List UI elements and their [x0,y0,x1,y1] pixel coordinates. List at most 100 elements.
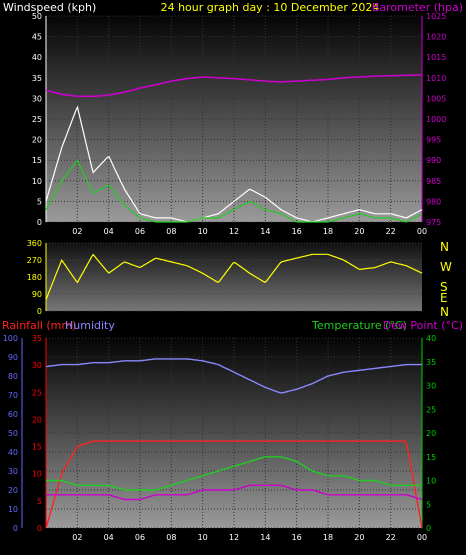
rainfall-y-axis: 0 5 10 15 20 25 30 35 [32,334,42,533]
barometer-y-tick: 1015 [426,53,446,62]
compass-n-bottom: N [440,305,449,319]
date-title: 24 hour graph day : 10 December 2024 [161,1,380,14]
wind-y-tick: 20 [32,136,42,145]
temperature-y-tick: 5 [426,500,431,509]
temp-x-tick: 02 [72,533,82,542]
humidity-y-tick: 20 [8,486,18,495]
wind-x-tick: 04 [104,227,114,236]
direction-y-tick: 0 [37,307,42,316]
barometer-y-tick: 990 [426,156,441,165]
wind-x-tick: 18 [323,227,333,236]
humidity-y-tick: 10 [8,505,18,514]
rainfall-y-tick: 0 [37,524,42,533]
barometer-y-tick: 1025 [426,12,446,21]
wind-y-tick: 15 [32,156,42,165]
humidity-y-axis: 0 10 20 30 40 50 60 70 80 90 100 [3,334,18,533]
compass-e: E [440,291,448,305]
barometer-y-tick: 980 [426,197,441,206]
temp-panel [46,338,422,528]
barometer-title: Barometer (hpa) [372,1,463,14]
rainfall-y-tick: 10 [32,470,42,479]
barometer-y-tick: 1000 [426,115,446,124]
humidity-y-tick: 50 [8,429,18,438]
temperature-y-tick: 40 [426,334,436,343]
wind-y-tick: 50 [32,12,42,21]
temp-x-tick: 00 [417,533,427,542]
wind-x-tick: 00 [417,227,427,236]
compass-w: W [440,260,452,274]
temperature-y-tick: 30 [426,382,436,391]
temp-x-tick: 14 [260,533,270,542]
temp-x-tick: 12 [229,533,239,542]
wind-y-tick: 5 [37,197,42,206]
temp-x-tick: 06 [135,533,145,542]
windspeed-title: Windspeed (kph) [3,1,96,14]
direction-y-tick: 180 [27,273,42,282]
dewpoint-title: Dew Point (°C) [383,319,463,332]
barometer-y-tick: 1010 [426,74,446,83]
rainfall-y-tick: 25 [32,388,42,397]
wind-y-tick: 40 [32,53,42,62]
temperature-y-tick: 10 [426,477,436,486]
wind-x-tick: 12 [229,227,239,236]
temperature-y-tick: 0 [426,524,431,533]
compass-labels: N W S E N [440,240,452,319]
humidity-y-tick: 90 [8,353,18,362]
humidity-y-tick: 100 [3,334,18,343]
direction-y-axis: 0 90 180 270 360 [27,239,42,316]
humidity-title: Humidity [65,319,115,332]
wind-x-tick: 20 [354,227,364,236]
temp-x-tick: 04 [104,533,114,542]
temp-x-tick: 08 [166,533,176,542]
barometer-y-tick: 975 [426,218,441,227]
wind-x-tick: 10 [198,227,208,236]
rainfall-y-tick: 20 [32,415,42,424]
temperature-y-tick: 20 [426,429,436,438]
barometer-y-axis: 975 980 985 990 995 1000 1005 1010 1015 1020 1025 [426,12,446,227]
wind-y-tick: 35 [32,74,42,83]
rainfall-y-tick: 5 [37,497,42,506]
wind-y-tick: 45 [32,33,42,42]
direction-y-tick: 360 [27,239,42,248]
wind-y-tick: 0 [37,218,42,227]
weather-graph: Windspeed (kph) 24 hour graph day : 10 D… [2,1,463,542]
temp-x-axis: 02 04 06 08 10 12 14 16 18 20 22 00 [72,533,427,542]
barometer-y-tick: 1020 [426,33,446,42]
humidity-y-tick: 70 [8,391,18,400]
temperature-y-tick: 15 [426,453,436,462]
compass-n-top: N [440,240,449,254]
wind-x-tick: 08 [166,227,176,236]
humidity-y-tick: 40 [8,448,18,457]
temp-x-tick: 10 [198,533,208,542]
direction-panel [46,243,422,311]
rainfall-y-tick: 15 [32,443,42,452]
temp-x-tick: 22 [386,533,396,542]
direction-y-tick: 270 [27,256,42,265]
humidity-y-tick: 80 [8,372,18,381]
wind-y-tick: 10 [32,177,42,186]
wind-x-tick: 16 [292,227,302,236]
barometer-y-tick: 995 [426,136,441,145]
temperature-y-tick: 35 [426,358,436,367]
rainfall-y-tick: 35 [32,334,42,343]
wind-y-tick: 25 [32,115,42,124]
humidity-y-tick: 60 [8,410,18,419]
temperature-y-axis: 0 5 10 15 20 25 30 35 40 [426,334,436,533]
wind-x-tick: 06 [135,227,145,236]
wind-y-tick: 30 [32,94,42,103]
humidity-y-tick: 0 [13,524,18,533]
wind-y-axis: 0 5 10 15 20 25 30 35 40 45 50 [32,12,42,227]
wind-x-tick: 02 [72,227,82,236]
temp-x-tick: 16 [292,533,302,542]
humidity-y-tick: 30 [8,467,18,476]
barometer-y-tick: 985 [426,177,441,186]
wind-x-axis: 02 04 06 08 10 12 14 16 18 20 22 00 [72,227,427,236]
temp-x-tick: 18 [323,533,333,542]
wind-x-tick: 14 [260,227,270,236]
direction-y-tick: 90 [32,290,42,299]
rainfall-y-tick: 30 [32,361,42,370]
temp-x-tick: 20 [354,533,364,542]
barometer-y-tick: 1005 [426,94,446,103]
wind-x-tick: 22 [386,227,396,236]
temperature-y-tick: 25 [426,405,436,414]
